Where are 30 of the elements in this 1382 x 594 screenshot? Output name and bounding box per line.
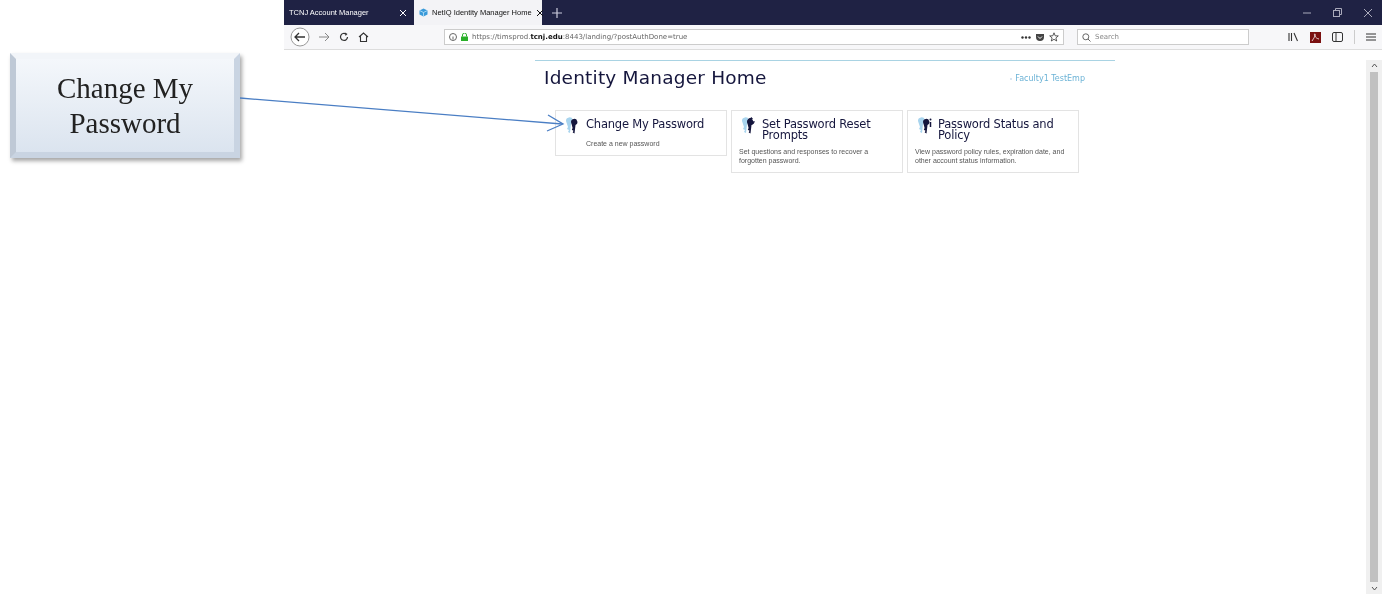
- card-title: Password Status and Policy: [938, 117, 1055, 141]
- restore-icon[interactable]: [1333, 8, 1342, 17]
- lock-icon: [461, 33, 468, 41]
- card-title: Set Password Reset Prompts: [762, 117, 872, 141]
- info-icon[interactable]: [449, 33, 457, 41]
- pocket-icon[interactable]: [1035, 32, 1045, 42]
- minimize-icon[interactable]: [1303, 11, 1311, 14]
- sidebar-icon[interactable]: [1332, 32, 1343, 42]
- card-title: Change My Password: [586, 117, 706, 133]
- callout-box: Change My Password: [10, 53, 240, 158]
- reload-icon[interactable]: [339, 32, 349, 42]
- close-icon[interactable]: [1364, 8, 1372, 17]
- menu-icon[interactable]: [1366, 33, 1376, 41]
- close-icon[interactable]: [535, 8, 544, 17]
- scrollbar[interactable]: [1366, 60, 1382, 594]
- more-icon[interactable]: [1021, 35, 1031, 39]
- keys-info-icon: [915, 117, 933, 136]
- scroll-down-icon[interactable]: [1370, 586, 1378, 591]
- back-icon[interactable]: [290, 27, 310, 47]
- forward-icon[interactable]: [319, 32, 330, 42]
- scroll-up-icon[interactable]: [1370, 63, 1378, 68]
- page-title: Identity Manager Home: [544, 67, 767, 88]
- search-icon: [1082, 32, 1091, 42]
- new-tab-icon[interactable]: [552, 7, 562, 18]
- pdf-icon[interactable]: [1310, 31, 1321, 43]
- star-icon[interactable]: [1049, 32, 1059, 42]
- cube-icon: [419, 8, 428, 17]
- library-icon[interactable]: [1288, 32, 1299, 42]
- home-icon[interactable]: [358, 32, 369, 42]
- keys-refresh-icon: [739, 117, 757, 136]
